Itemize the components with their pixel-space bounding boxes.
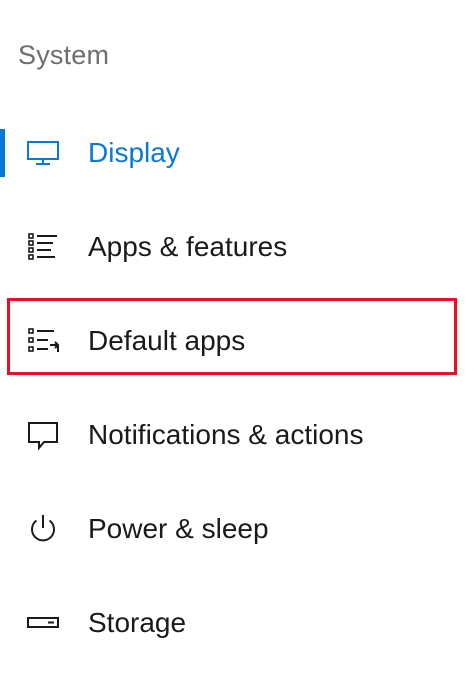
nav-item-label: Power & sleep [88, 513, 269, 544]
nav-item-label: Default apps [88, 325, 246, 356]
system-nav: Display Apps & features Default apps Not… [0, 106, 474, 670]
nav-item-label: Apps & features [88, 231, 288, 262]
power-icon [24, 510, 62, 548]
nav-item-apps-features[interactable]: Apps & features [0, 200, 474, 294]
speech-bubble-icon [24, 416, 62, 454]
nav-item-power-sleep[interactable]: Power & sleep [0, 482, 474, 576]
list-icon [24, 228, 62, 266]
nav-item-label: Display [88, 137, 180, 168]
nav-item-notifications[interactable]: Notifications & actions [0, 388, 474, 482]
monitor-icon [24, 134, 62, 172]
list-arrow-icon [24, 322, 62, 360]
nav-item-display[interactable]: Display [0, 106, 474, 200]
selected-indicator [0, 129, 5, 177]
settings-system-panel: System Display Apps & features Default a… [0, 0, 474, 673]
nav-item-default-apps[interactable]: Default apps [0, 294, 474, 388]
nav-item-label: Storage [88, 607, 187, 638]
nav-item-storage[interactable]: Storage [0, 576, 474, 670]
nav-item-label: Notifications & actions [88, 419, 364, 450]
section-title: System [18, 40, 110, 70]
storage-drive-icon [24, 604, 62, 642]
